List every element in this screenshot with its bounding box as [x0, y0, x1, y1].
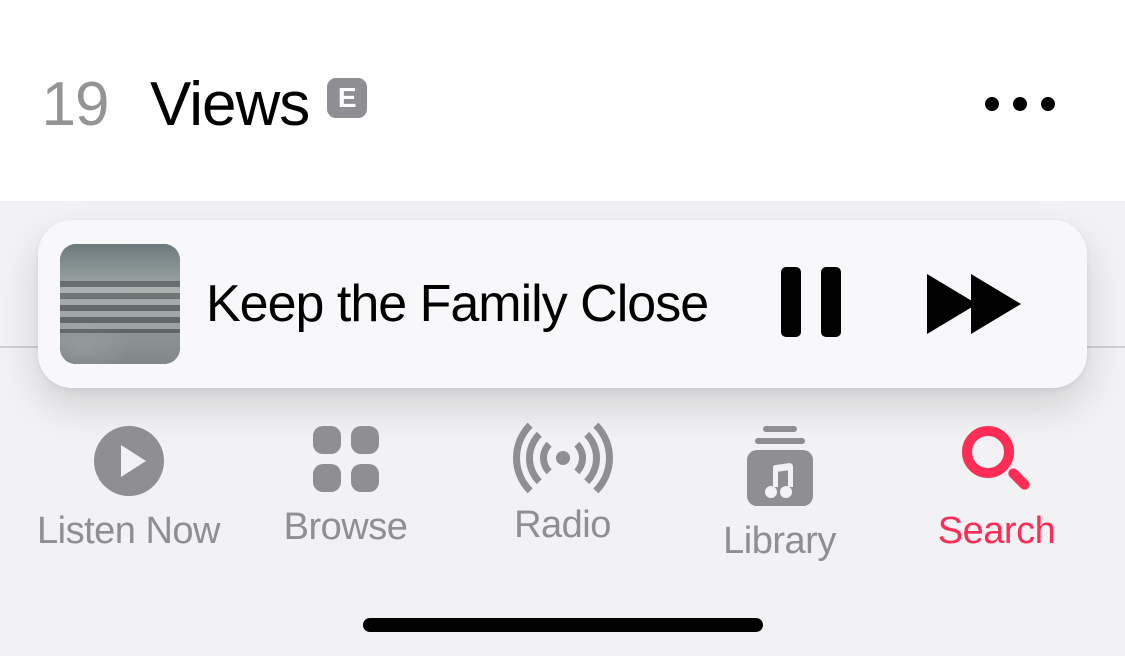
track-title: Views [150, 69, 309, 140]
tab-bar: Listen Now Browse Radio Library Search [0, 426, 1125, 591]
home-indicator [363, 618, 763, 632]
now-playing-title: Keep the Family Close [206, 274, 708, 334]
library-icon [747, 426, 813, 506]
explicit-badge: E [327, 78, 367, 118]
pause-button[interactable] [781, 267, 841, 342]
tab-label: Listen Now [37, 510, 220, 553]
mini-player[interactable]: Keep the Family Close [38, 220, 1087, 388]
ellipsis-icon [985, 97, 999, 111]
ellipsis-icon [1013, 97, 1027, 111]
tab-label: Radio [514, 504, 611, 547]
grid-icon [313, 426, 379, 492]
tab-label: Search [938, 510, 1055, 553]
play-circle-icon [94, 426, 164, 496]
more-options-button[interactable] [985, 97, 1055, 111]
album-art [60, 244, 180, 364]
search-icon [962, 426, 1032, 496]
radio-icon [513, 426, 613, 490]
tab-label: Browse [284, 506, 408, 549]
fast-forward-icon [927, 274, 1027, 334]
tab-search[interactable]: Search [897, 426, 1097, 553]
track-row[interactable]: 19 Views E [0, 34, 1125, 174]
track-index: 19 [0, 69, 150, 140]
next-track-button[interactable] [927, 274, 1027, 334]
tab-browse[interactable]: Browse [246, 426, 446, 549]
bottom-chrome: Keep the Family Close Listen Now Browse … [0, 201, 1125, 656]
tab-library[interactable]: Library [680, 426, 880, 563]
tab-label: Library [723, 520, 836, 563]
pause-icon [781, 267, 841, 342]
tab-listen-now[interactable]: Listen Now [29, 426, 229, 553]
ellipsis-icon [1041, 97, 1055, 111]
tab-radio[interactable]: Radio [463, 426, 663, 547]
